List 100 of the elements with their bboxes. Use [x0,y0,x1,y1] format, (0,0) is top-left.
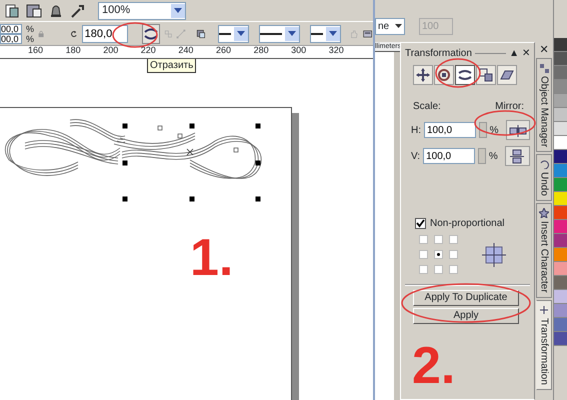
annotation-circle [474,110,536,136]
scale-field[interactable]: 100,0 [423,148,476,164]
dropdown-arrow-icon[interactable] [395,24,402,28]
color-swatch[interactable] [554,262,567,276]
rotation-field[interactable]: 180,0 [82,24,128,42]
ruler-label: 240 [178,46,194,57]
scale-label: Scale: [413,100,441,114]
unit-label: % [488,150,498,164]
mirror-icon [142,26,159,40]
bell-icon[interactable] [48,2,64,18]
step-number: 1. [190,232,234,284]
side-tab[interactable]: Object Manager [536,58,552,152]
color-swatch[interactable] [554,206,567,220]
color-swatch[interactable] [554,80,567,94]
color-swatch[interactable] [554,108,567,122]
size-field[interactable]: 00,0 [0,24,22,34]
ruler-label: 260 [216,46,232,57]
color-swatch[interactable] [554,66,567,80]
field-label: H: [411,124,421,138]
color-swatch[interactable] [554,94,567,108]
docker-header-button[interactable]: ▲ [509,46,519,60]
ruler-label: 300 [291,46,308,57]
selection-handle[interactable] [256,124,260,128]
unit-label: % [26,24,34,34]
window-icon[interactable] [26,2,42,18]
field-label: V: [411,150,420,164]
selection-handle[interactable] [256,160,260,166]
selection-handle[interactable] [122,196,128,202]
ruler-label: 200 [103,46,120,57]
color-swatch[interactable] [554,178,567,192]
annotation-circle [112,22,158,48]
mirror-icon [508,122,528,138]
spin-buttons[interactable] [479,122,487,138]
scale-icon [458,68,472,82]
color-swatch[interactable] [554,38,567,52]
skew-icon [500,68,514,82]
selection-handle[interactable] [190,196,194,202]
anchor-point[interactable] [434,250,443,259]
ruler-label: 180 [66,46,82,57]
objects-icon [539,63,549,73]
side-tab[interactable]: Transformation [536,300,552,390]
color-swatch[interactable] [554,248,567,262]
color-swatch[interactable] [554,276,567,290]
scale-tab[interactable] [455,65,475,85]
line-style-dropdown[interactable] [310,24,342,42]
star-icon [539,208,549,218]
line-style-dropdown[interactable] [218,24,250,42]
apply-button[interactable]: Apply To Duplicate [413,290,519,306]
color-swatch[interactable] [554,332,567,346]
color-swatch[interactable] [554,290,567,304]
style-combo[interactable]: ne [375,18,405,34]
position-icon [416,68,430,82]
wrench-icon[interactable] [70,2,86,18]
undo-icon [539,159,549,170]
color-swatch[interactable] [554,192,567,206]
spin-buttons[interactable] [478,148,486,164]
tooltip: Отразить [147,59,196,73]
color-swatch[interactable] [554,304,567,318]
line-style-dropdown[interactable] [259,24,300,42]
rotate-tab[interactable] [434,65,454,85]
annotation-circle [435,58,481,88]
ruler-label: 160 [28,46,44,57]
color-swatch[interactable] [554,122,567,136]
anchor-grid-icon [482,242,506,266]
close-button[interactable]: ✕ [540,42,548,58]
side-tab[interactable]: Insert Character [536,203,552,298]
color-swatch[interactable] [554,164,567,178]
position-tab[interactable] [413,65,433,85]
skew-tab[interactable] [497,65,517,85]
apply-button[interactable]: Apply [413,308,519,324]
transform-icon [539,304,549,315]
rotate-icon [437,68,451,82]
unit-label: % [490,124,499,138]
color-swatch[interactable] [554,318,567,332]
color-swatch[interactable] [554,52,567,66]
color-swatch[interactable] [554,220,567,234]
color-swatch[interactable] [554,234,567,248]
selection-handle[interactable] [122,160,128,166]
zoom-combo[interactable]: 100% [98,2,186,20]
size-icon [479,68,493,82]
checkbox[interactable] [415,218,426,229]
size-tab[interactable] [476,65,496,85]
checkbox-label: Non-proportional [430,217,504,231]
size-field[interactable]: 00,0 [0,34,22,44]
docker-header-button[interactable]: ✕ [522,46,530,60]
color-swatch[interactable] [554,136,567,150]
mirror-horizontal-button[interactable] [506,120,530,140]
selection-handle[interactable] [122,124,128,128]
side-tab[interactable]: Undo [536,154,552,202]
color-swatch[interactable] [554,150,567,164]
ruler-label: 220 [140,46,157,57]
selection-handle[interactable] [190,124,194,128]
mirror-vertical-button[interactable] [504,146,530,166]
unit-label: % [26,34,34,44]
mirror-label: Mirror: [495,100,524,114]
docker-title: Transformation [405,46,472,60]
ruler-label: 280 [254,46,270,57]
document-icon[interactable] [4,2,20,18]
scale-field[interactable]: 100,0 [424,122,476,138]
selection-handle[interactable] [256,196,260,202]
